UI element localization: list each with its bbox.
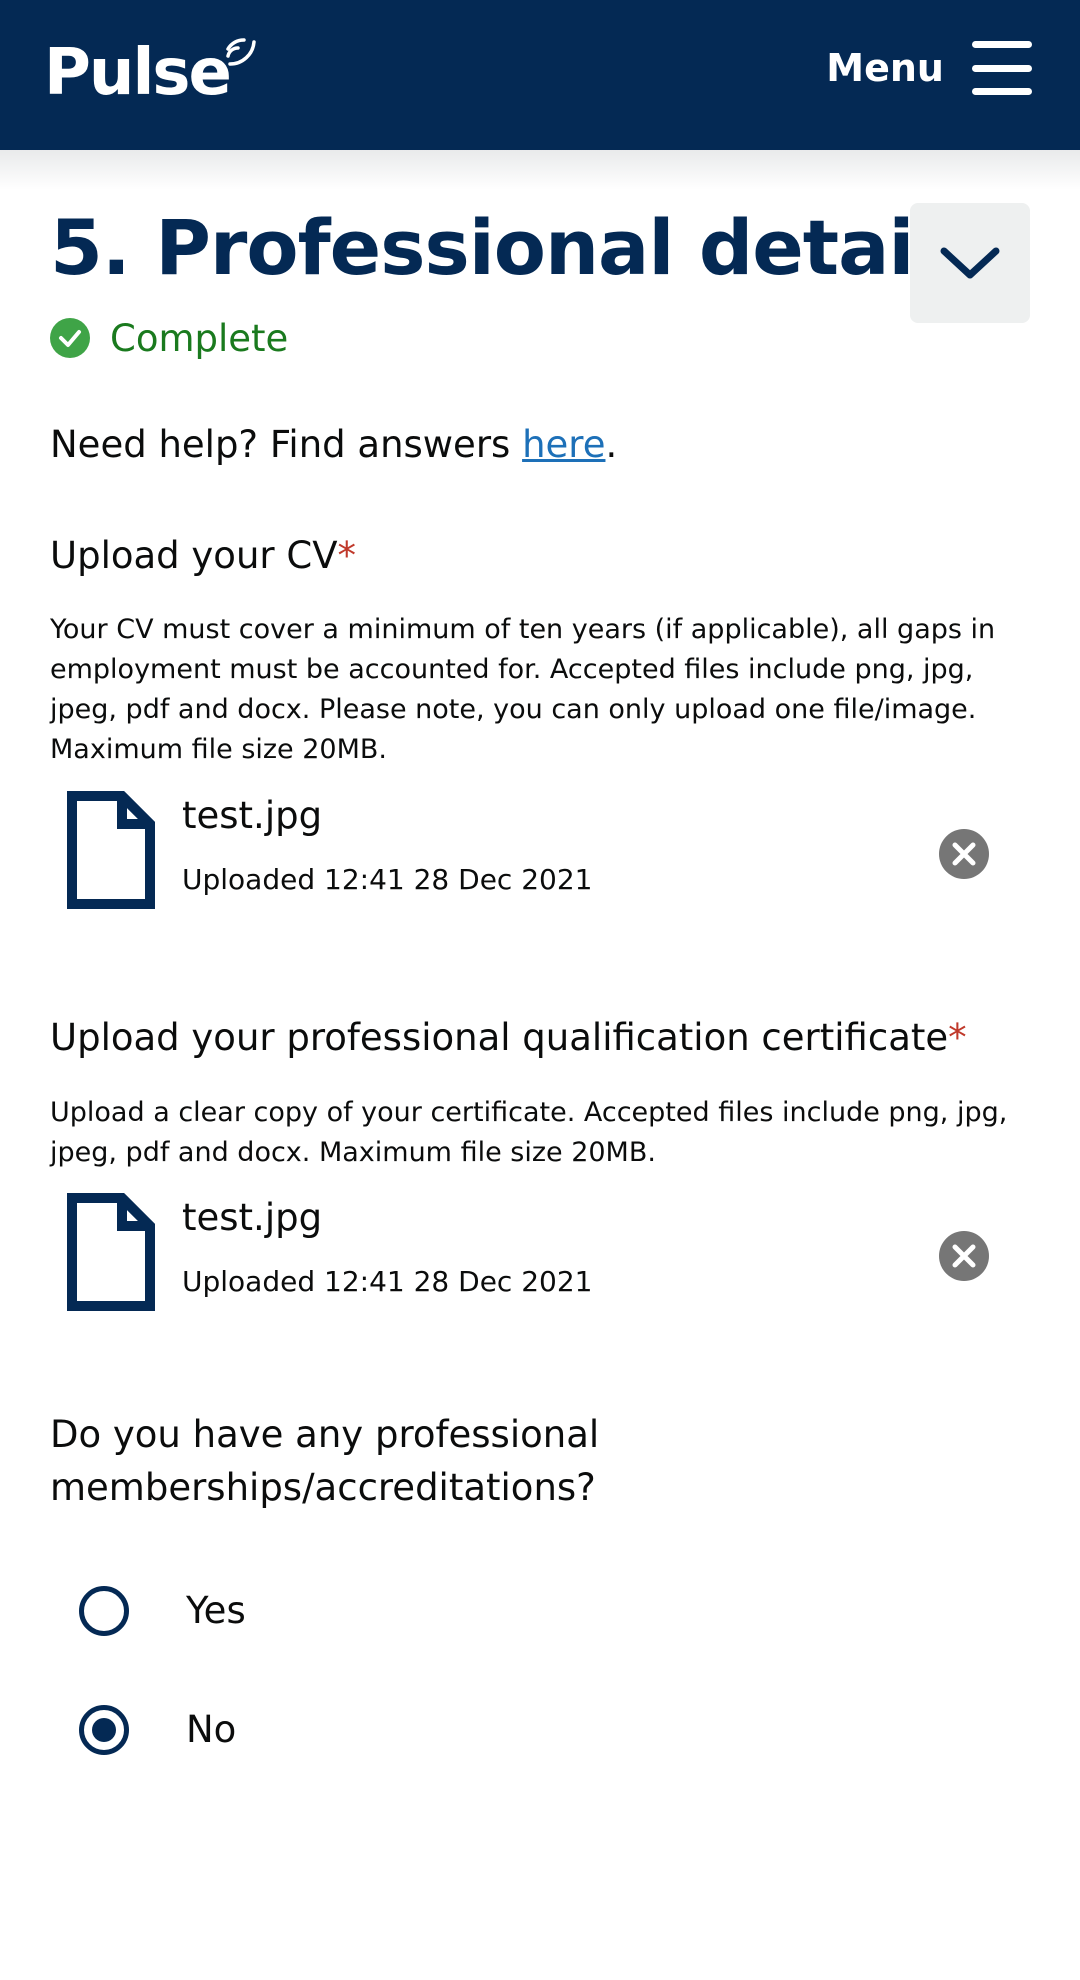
cv-upload-hint: Your CV must cover a minimum of ten year… xyxy=(50,614,996,765)
help-link[interactable]: here xyxy=(522,423,605,466)
logo-text: Pulse xyxy=(44,36,232,110)
header-shadow xyxy=(0,150,1080,190)
check-circle-icon xyxy=(50,318,90,358)
remove-file-icon[interactable] xyxy=(938,828,990,880)
document-icon xyxy=(67,1193,155,1311)
signal-waves-icon xyxy=(226,38,256,66)
certificate-upload-label: Upload your professional qualification c… xyxy=(50,1012,967,1064)
site-header: Pulse Menu xyxy=(0,0,1080,150)
menu-button[interactable]: Menu xyxy=(826,38,1032,98)
help-suffix: . xyxy=(605,423,618,466)
remove-file-icon[interactable] xyxy=(938,1230,990,1282)
section-toggle-button[interactable] xyxy=(910,203,1030,323)
cv-upload-label: Upload your CV* xyxy=(50,530,356,582)
file-upload-time: Uploaded 12:41 28 Dec 2021 xyxy=(182,1265,593,1298)
chevron-down-icon xyxy=(940,247,1000,279)
file-name: test.jpg xyxy=(182,794,323,837)
document-icon xyxy=(67,791,155,909)
certificate-label-text: Upload your professional qualification c… xyxy=(50,1016,949,1059)
radio-selected-icon[interactable] xyxy=(78,1704,130,1756)
pulse-logo[interactable]: Pulse xyxy=(44,28,258,118)
required-asterisk: * xyxy=(948,1016,967,1059)
radio-label-no: No xyxy=(186,1708,237,1751)
radio-option-no[interactable]: No xyxy=(78,1700,236,1760)
certificate-upload-hint: Upload a clear copy of your certificate.… xyxy=(50,1097,1008,1168)
required-asterisk: * xyxy=(337,534,357,577)
file-upload-time: Uploaded 12:41 28 Dec 2021 xyxy=(182,863,593,896)
menu-label: Menu xyxy=(826,46,944,90)
status-text: Complete xyxy=(110,316,289,360)
file-name: test.jpg xyxy=(182,1196,323,1239)
radio-option-yes[interactable]: Yes xyxy=(78,1581,246,1641)
certificate-uploaded-file: test.jpg Uploaded 12:41 28 Dec 2021 xyxy=(50,1192,1010,1322)
cv-uploaded-file: test.jpg Uploaded 12:41 28 Dec 2021 xyxy=(50,790,1010,920)
radio-label-yes: Yes xyxy=(186,1589,246,1632)
help-prefix: Need help? Find answers xyxy=(50,423,523,466)
cv-label-text: Upload your CV xyxy=(50,534,338,577)
help-text: Need help? Find answers here. xyxy=(50,420,617,470)
section-status: Complete xyxy=(50,312,288,364)
section-title: 5. Professional details xyxy=(50,203,984,292)
hamburger-icon xyxy=(972,41,1032,95)
memberships-question: Do you have any professional memberships… xyxy=(50,1413,600,1509)
radio-unselected-icon[interactable] xyxy=(78,1585,130,1637)
